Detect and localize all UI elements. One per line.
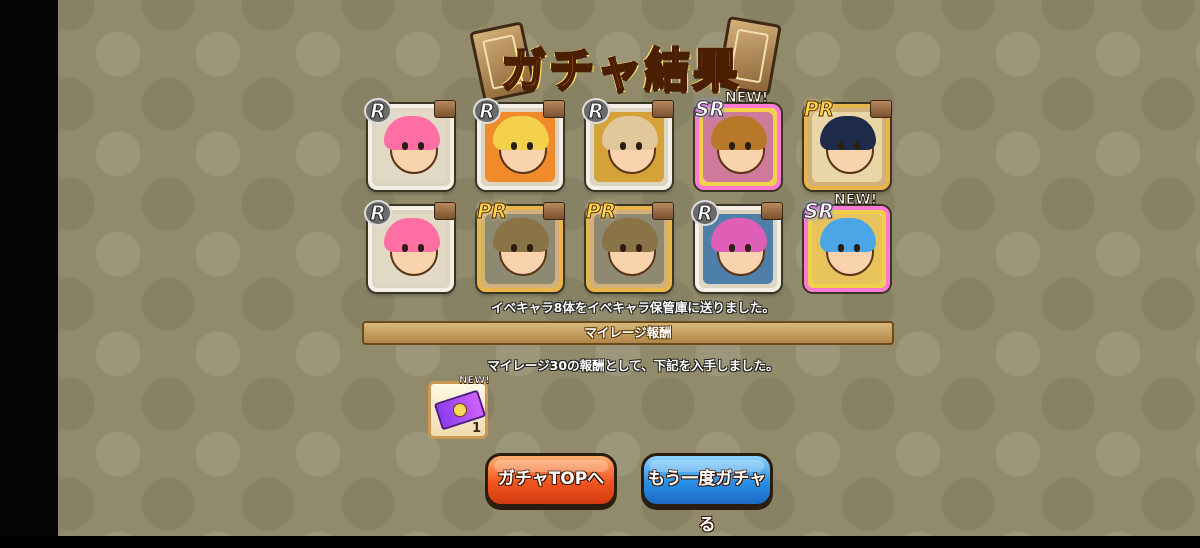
eye	[511, 142, 517, 150]
character-card[interactable]: R	[582, 98, 674, 190]
character-hair	[820, 116, 876, 150]
eye	[729, 142, 735, 150]
eye	[838, 244, 844, 252]
chest-icon	[543, 100, 565, 118]
character-card[interactable]: R	[473, 98, 565, 190]
rarity-badge: R	[691, 200, 719, 226]
eye	[418, 244, 424, 252]
left-black-bar	[0, 0, 58, 536]
rarity-badge: SR	[804, 199, 835, 223]
rarity-badge: R	[473, 98, 501, 124]
character-hair	[493, 116, 549, 150]
title-area: ガチャ結果	[469, 15, 782, 103]
eye	[636, 244, 642, 252]
chest-icon	[870, 100, 892, 118]
character-card[interactable]: R	[364, 200, 456, 292]
character-hair	[602, 116, 658, 150]
eye	[418, 142, 424, 150]
reward-new-tag: NEW!	[459, 375, 490, 387]
rarity-badge: R	[364, 98, 392, 124]
eye	[620, 142, 626, 150]
chest-icon	[434, 100, 456, 118]
rarity-badge: PR	[803, 97, 835, 121]
eye	[729, 244, 735, 252]
character-card[interactable]: PR	[476, 200, 565, 292]
rarity-badge: R	[364, 200, 392, 226]
character-card[interactable]: SR NEW!	[804, 192, 890, 292]
character-hair	[711, 218, 767, 252]
character-portrait	[703, 112, 773, 182]
eye	[636, 142, 642, 150]
character-portrait	[376, 214, 446, 284]
character-hair	[820, 218, 876, 252]
mileage-reward-banner: マイレージ報酬	[362, 321, 894, 345]
eye	[838, 142, 844, 150]
character-hair	[711, 116, 767, 150]
eye	[402, 142, 408, 150]
character-portrait	[703, 214, 773, 284]
character-hair	[602, 218, 658, 252]
character-hair	[493, 218, 549, 252]
character-card[interactable]: PR	[803, 98, 892, 190]
eye	[620, 244, 626, 252]
character-card[interactable]: PR	[585, 200, 674, 292]
character-portrait	[594, 112, 664, 182]
character-portrait	[594, 214, 664, 284]
rarity-badge: SR	[695, 97, 726, 121]
character-hair	[384, 116, 440, 150]
eye	[854, 244, 860, 252]
new-tag: NEW!	[724, 90, 769, 107]
eye	[527, 142, 533, 150]
rarity-badge: R	[582, 98, 610, 124]
eye	[511, 244, 517, 252]
eye	[402, 244, 408, 252]
page-title: ガチャ結果	[500, 42, 741, 98]
chest-icon	[652, 100, 674, 118]
character-portrait	[376, 112, 446, 182]
gacha-top-button[interactable]: ガチャTOPへ	[485, 453, 617, 507]
chest-icon	[761, 202, 783, 220]
character-hair	[384, 218, 440, 252]
gacha-again-button[interactable]: もう一度ガチャる	[641, 453, 773, 535]
character-grid: R R R SR NEW! PR R PR PR R SR NEW!	[364, 90, 898, 296]
mileage-message: マイレージ30の報酬として、下記を入手しました。	[487, 358, 779, 373]
eye	[854, 142, 860, 150]
character-portrait	[812, 112, 882, 182]
eye	[745, 244, 751, 252]
chest-icon	[543, 202, 565, 220]
reward-item[interactable]: NEW! 1	[428, 375, 490, 439]
character-card[interactable]: SR NEW!	[695, 90, 781, 190]
character-portrait	[812, 214, 882, 284]
new-tag: NEW!	[833, 192, 878, 209]
character-card[interactable]: R	[691, 200, 783, 292]
reward-count: 1	[471, 421, 481, 436]
eye	[745, 142, 751, 150]
character-portrait	[485, 112, 555, 182]
rarity-badge: PR	[585, 199, 617, 223]
chest-icon	[652, 202, 674, 220]
character-card[interactable]: R	[364, 98, 456, 190]
chest-icon	[434, 202, 456, 220]
character-portrait	[485, 214, 555, 284]
sent-message: イベキャラ8体をイベキャラ保管庫に送りました。	[491, 300, 775, 315]
eye	[527, 244, 533, 252]
rarity-badge: PR	[476, 199, 508, 223]
